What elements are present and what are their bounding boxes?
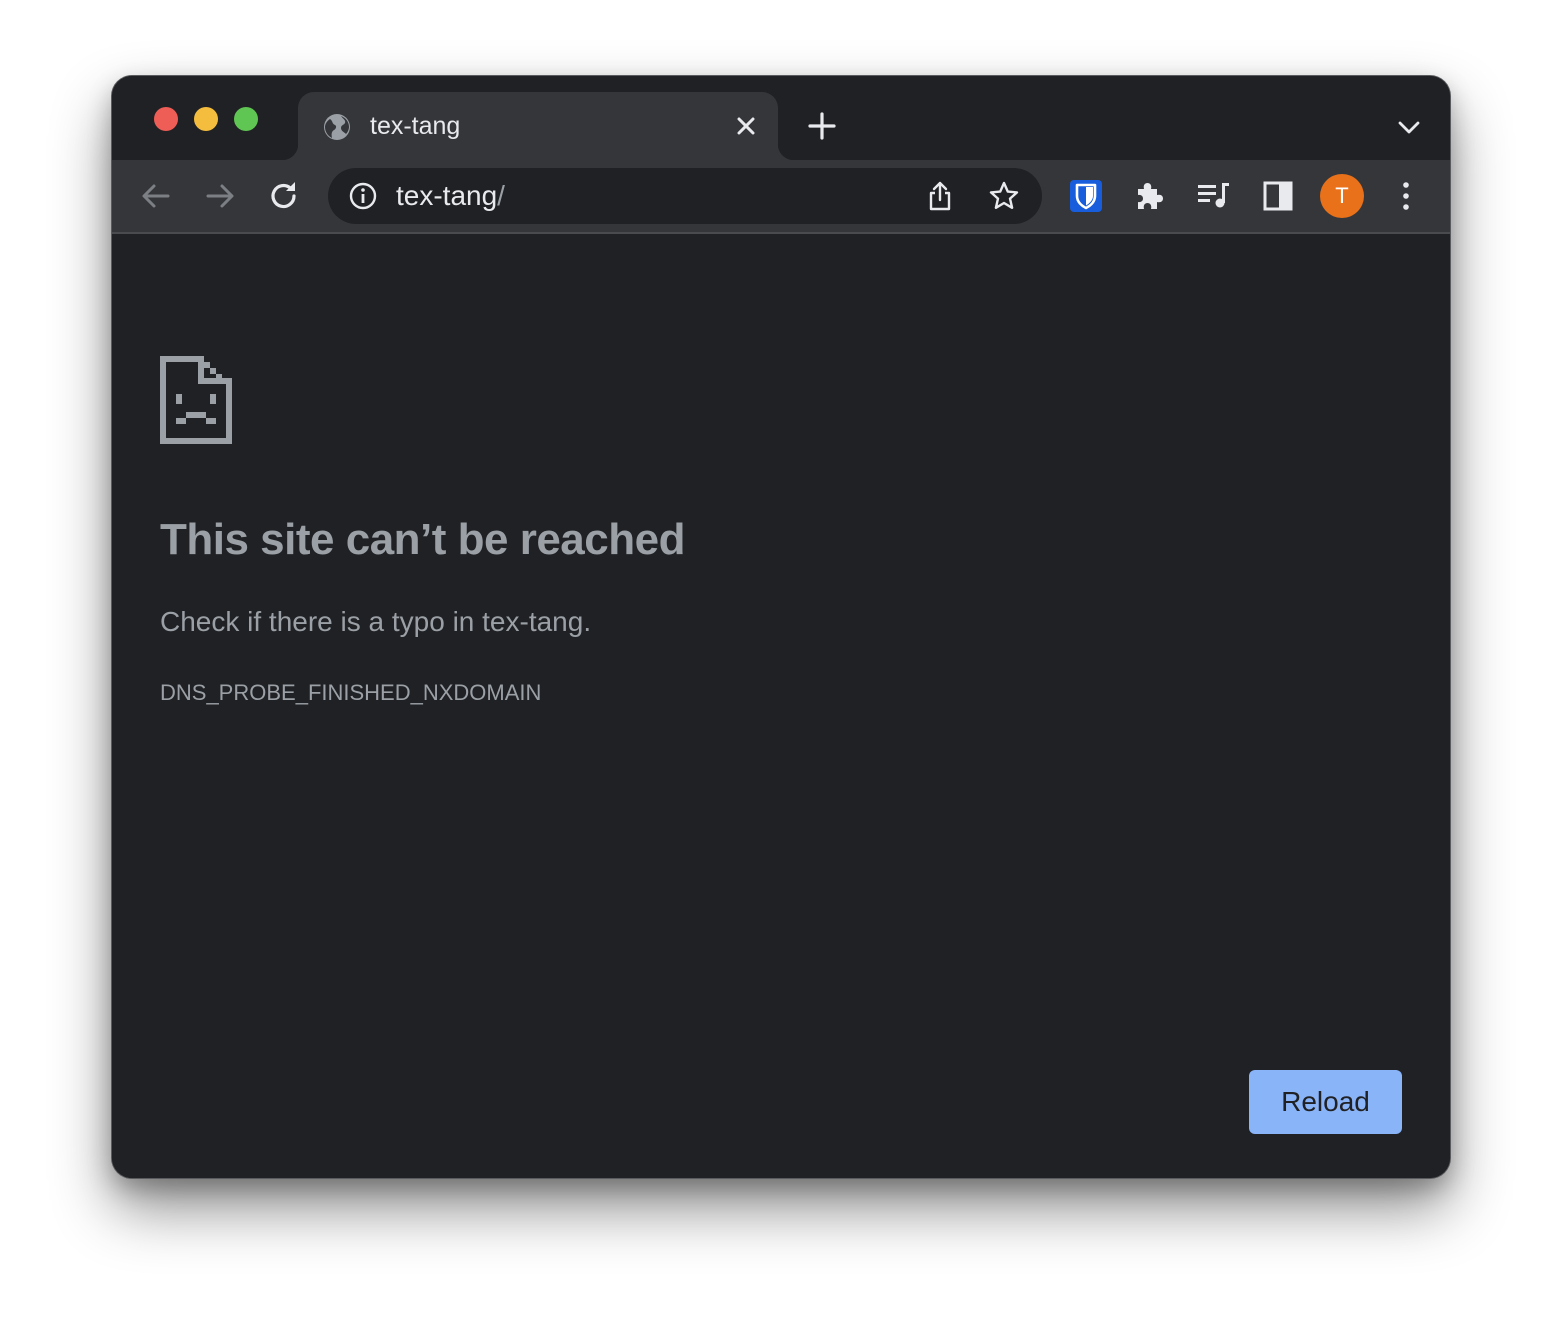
error-page: This site can’t be reached Check if ther…	[112, 234, 1450, 1178]
reload-button[interactable]: Reload	[1249, 1070, 1402, 1134]
puzzle-icon[interactable]	[1132, 178, 1168, 214]
window-zoom-button[interactable]	[234, 107, 258, 131]
tab-title: tex-tang	[370, 112, 461, 140]
avatar[interactable]: T	[1320, 174, 1364, 218]
chevron-down-icon[interactable]	[1396, 114, 1422, 140]
media-queue-icon[interactable]	[1196, 178, 1232, 214]
error-code: DNS_PROBE_FINISHED_NXDOMAIN	[160, 680, 542, 705]
url-host: tex-tang	[396, 180, 498, 211]
bitwarden-icon[interactable]	[1068, 178, 1104, 214]
tab-active[interactable]: tex-tang	[282, 92, 794, 160]
error-suggestion: Check if there is a typo in tex-tang.	[160, 606, 592, 637]
kebab-menu-icon[interactable]	[1388, 178, 1424, 214]
error-headline: This site can’t be reached	[160, 515, 685, 564]
arrow-right-icon[interactable]	[202, 178, 238, 214]
star-icon[interactable]	[988, 180, 1020, 212]
window-close-button[interactable]	[154, 107, 178, 131]
close-icon[interactable]	[732, 112, 760, 140]
address-bar[interactable]: tex-tang/	[328, 168, 1042, 224]
plus-icon[interactable]	[806, 110, 838, 142]
url-path: /	[497, 180, 505, 211]
share-icon[interactable]	[924, 180, 956, 212]
arrow-left-icon[interactable]	[138, 178, 174, 214]
globe-icon	[324, 114, 350, 140]
info-icon[interactable]	[348, 181, 378, 211]
tab-strip: tex-tang	[112, 76, 1450, 160]
side-panel-icon[interactable]	[1260, 178, 1296, 214]
browser-window: tex-tang tex-tang/ T This site can’t be …	[112, 76, 1450, 1178]
reload-icon[interactable]	[266, 178, 302, 214]
toolbar: tex-tang/ T	[112, 160, 1450, 234]
window-minimize-button[interactable]	[194, 107, 218, 131]
url-text[interactable]: tex-tang/	[396, 178, 505, 214]
sad-document-icon	[160, 356, 232, 444]
